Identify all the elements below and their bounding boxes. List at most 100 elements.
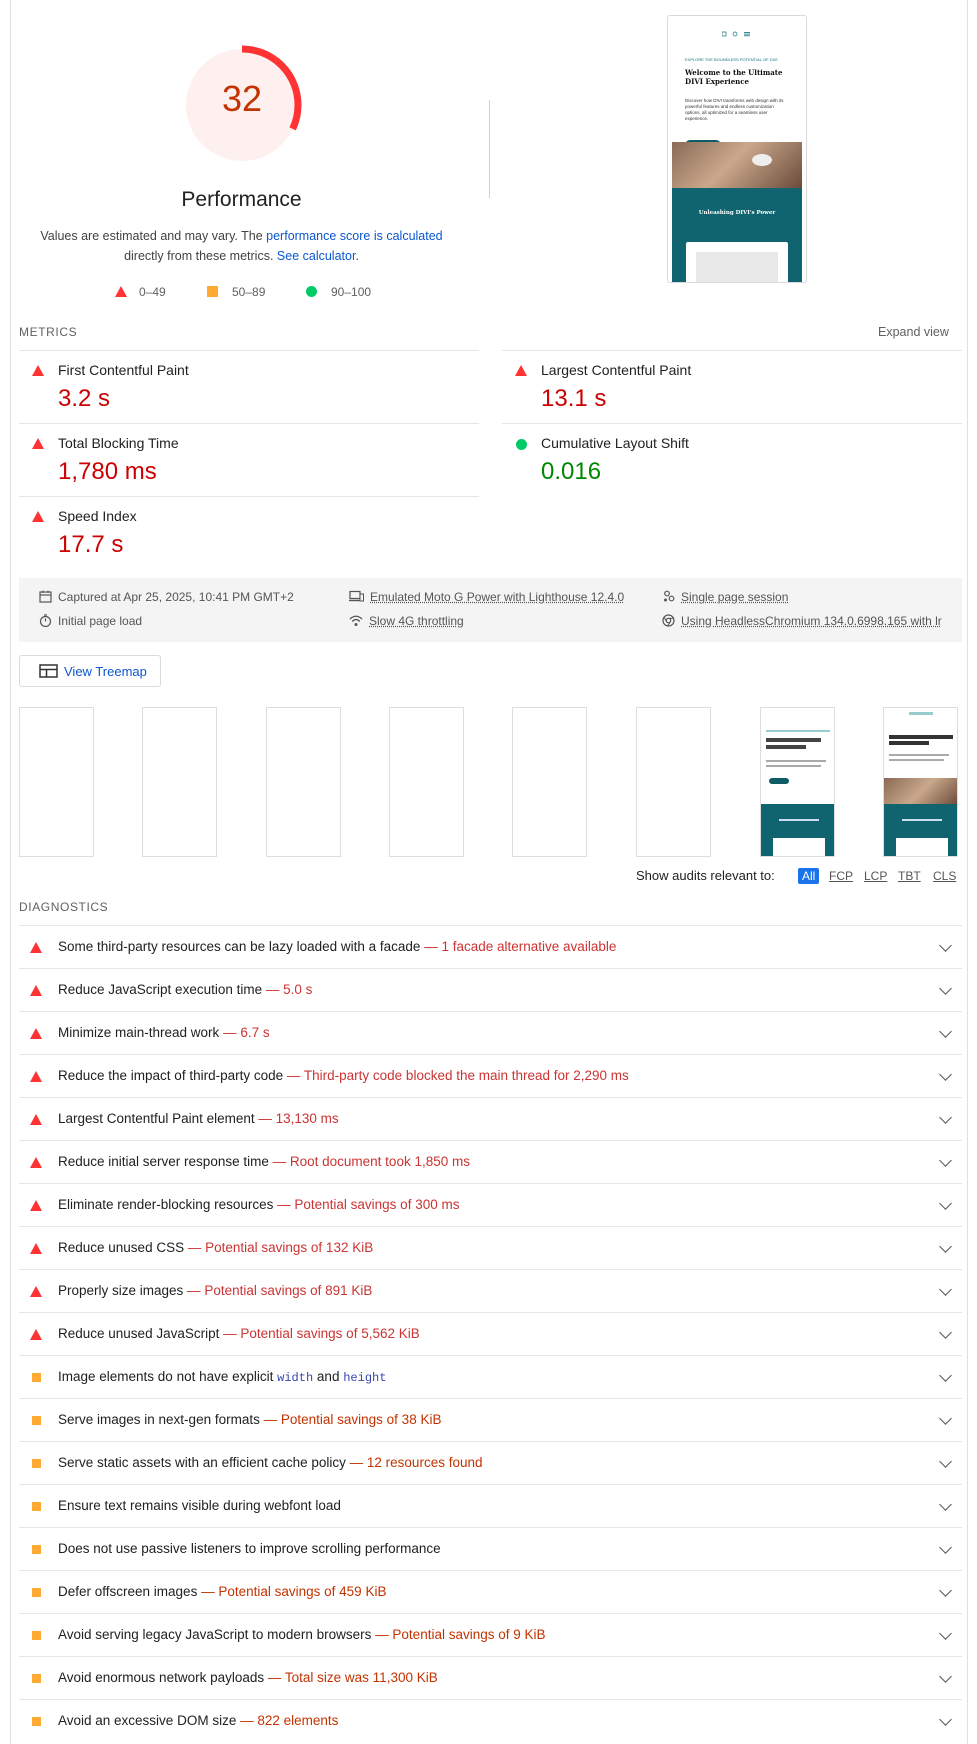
chevron-down-icon[interactable] [939,1455,952,1468]
diagnostic-audit-row[interactable]: Avoid enormous network payloads — Total … [19,1656,962,1699]
chevron-down-icon[interactable] [939,1025,952,1038]
chevron-down-icon[interactable] [939,1197,952,1210]
average-square-icon [32,1717,41,1726]
chevron-down-icon[interactable] [939,1369,952,1382]
chevron-down-icon[interactable] [939,1670,952,1683]
audit-title: Does not use passive listeners to improv… [58,1541,441,1556]
average-square-icon [32,1545,41,1554]
legend-fail-label: 0–49 [139,285,166,299]
audit-title: Serve static assets with an efficient ca… [58,1455,482,1470]
diagnostic-audit-row[interactable]: Does not use passive listeners to improv… [19,1527,962,1570]
chevron-down-icon[interactable] [939,1541,952,1554]
diagnostic-audit-row[interactable]: Some third-party resources can be lazy l… [19,925,962,968]
chevron-down-icon[interactable] [939,1240,952,1253]
chevron-down-icon[interactable] [939,1111,952,1124]
see-calculator-link[interactable]: See calculator [277,249,356,263]
diagnostic-audit-row[interactable]: Reduce initial server response time — Ro… [19,1140,962,1183]
chevron-down-icon[interactable] [939,1584,952,1597]
fail-triangle-icon [30,1200,42,1211]
env-throttle[interactable]: Slow 4G throttling [349,614,649,628]
diagnostic-audit-row[interactable]: Largest Contentful Paint element — 13,13… [19,1097,962,1140]
audit-detail: Potential savings of 5,562 KiB [240,1326,420,1341]
calendar-icon [39,590,52,603]
score-calculation-link[interactable]: performance score is calculated [266,229,442,243]
chevron-down-icon[interactable] [939,1498,952,1511]
diagnostic-audit-row[interactable]: Minimize main-thread work — 6.7 s [19,1011,962,1054]
devices-icon [349,590,364,602]
diagnostic-audit-row[interactable]: Reduce unused CSS — Potential savings of… [19,1226,962,1269]
stopwatch-icon [39,614,52,627]
fail-triangle-icon [115,286,127,297]
thumb-line [909,712,933,715]
env-device[interactable]: Emulated Moto G Power with Lighthouse 12… [349,590,649,604]
chevron-down-icon[interactable] [939,1713,952,1726]
final-screenshot-preview[interactable]: EXPLORE THE BOUNDLESS POTENTIAL OF DIVI … [667,15,807,283]
metric-si-value: 17.7 s [58,531,124,558]
env-browser-text: Using HeadlessChromium 134.0.6998.165 wi… [681,614,942,628]
diagnostic-audit-row[interactable]: Defer offscreen images — Potential savin… [19,1570,962,1613]
env-load: Initial page load [39,614,329,628]
fail-triangle-icon [30,942,42,953]
chevron-down-icon[interactable] [939,982,952,995]
metric-lcp-label: Largest Contentful Paint [541,362,692,378]
average-square-icon [32,1674,41,1683]
preview-heading: Welcome to the Ultimate DIVI Experience [685,68,783,86]
audit-title: Defer offscreen images — Potential savin… [58,1584,386,1599]
audit-title-text: Serve images in next-gen formats [58,1412,260,1427]
diagnostic-audit-row[interactable]: Ensure text remains visible during webfo… [19,1484,962,1527]
vertical-divider [489,100,490,198]
env-captured-text: Captured at Apr 25, 2025, 10:41 PM GMT+2 [58,590,294,604]
desc-text: . [355,249,359,263]
diagnostic-audit-row[interactable]: Serve static assets with an efficient ca… [19,1441,962,1484]
chevron-down-icon[interactable] [939,1326,952,1339]
audit-title-text: Properly size images [58,1283,184,1298]
metric-cls-label: Cumulative Layout Shift [541,435,689,451]
env-load-text: Initial page load [58,614,143,628]
diagnostics-label: DIAGNOSTICS [19,900,109,914]
filmstrip-frame [266,707,341,857]
session-icon [664,590,675,602]
audit-title: Reduce JavaScript execution time — 5.0 s [58,982,312,997]
chevron-down-icon[interactable] [939,1627,952,1640]
audit-title-text: Reduce initial server response time [58,1154,269,1169]
preview-band: Unleashing DIVI's Power [672,188,802,282]
chevron-down-icon[interactable] [939,1412,952,1425]
chevron-down-icon[interactable] [939,939,952,952]
diagnostic-audit-row[interactable]: Properly size images — Potential savings… [19,1269,962,1312]
average-square-icon [32,1416,41,1425]
diagnostic-audit-row[interactable]: Reduce unused JavaScript — Potential sav… [19,1312,962,1355]
fail-triangle-icon [32,438,44,449]
expand-view-toggle[interactable]: Expand view [878,325,949,339]
chevron-down-icon[interactable] [939,1154,952,1167]
chevron-down-icon[interactable] [939,1283,952,1296]
audit-code: width [277,1371,314,1385]
diagnostic-audit-row[interactable]: Avoid serving legacy JavaScript to moder… [19,1613,962,1656]
diagnostic-audit-row[interactable]: Image elements do not have explicit widt… [19,1355,962,1398]
diagnostic-audit-row[interactable]: Serve images in next-gen formats — Poten… [19,1398,962,1441]
audit-title-text: and [316,1369,340,1384]
audit-title: Some third-party resources can be lazy l… [58,939,616,954]
desc-text: Values are estimated and may vary. The [40,229,267,243]
average-square-icon [32,1588,41,1597]
filter-all-chip[interactable]: All [798,868,820,884]
audit-title-text: Reduce unused CSS [58,1240,185,1255]
diagnostic-audit-row[interactable]: Reduce the impact of third-party code — … [19,1054,962,1097]
filter-cls-chip[interactable]: CLS [933,869,956,883]
env-session[interactable]: Single page session [662,590,952,604]
diagnostic-audit-row[interactable]: Reduce JavaScript execution time — 5.0 s [19,968,962,1011]
diagnostic-audit-row[interactable]: Eliminate render-blocking resources — Po… [19,1183,962,1226]
filter-tbt-chip[interactable]: TBT [898,869,921,883]
filter-fcp-chip[interactable]: FCP [829,869,853,883]
diagnostic-audit-row[interactable]: Avoid an excessive DOM size — 822 elemen… [19,1699,962,1742]
metric-fcp-label: First Contentful Paint [58,362,189,378]
audit-title-text: Does not use passive listeners to improv… [58,1541,441,1556]
env-browser[interactable]: Using HeadlessChromium 134.0.6998.165 wi… [662,614,962,628]
audit-detail: 6.7 s [240,1025,270,1040]
audit-title-text: Reduce the impact of third-party code [58,1068,284,1083]
view-treemap-button[interactable]: View Treemap [19,655,161,687]
chevron-down-icon[interactable] [939,1068,952,1081]
metric-tbt-value: 1,780 ms [58,458,157,485]
fail-triangle-icon [30,1028,42,1039]
filter-lcp-chip[interactable]: LCP [864,869,887,883]
audit-detail: Potential savings of 891 KiB [204,1283,373,1298]
